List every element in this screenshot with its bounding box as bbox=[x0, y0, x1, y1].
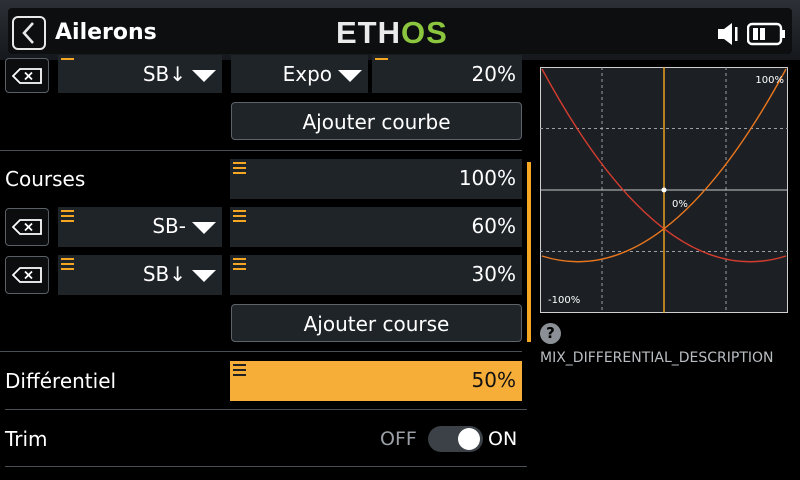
battery-icon[interactable] bbox=[747, 22, 787, 46]
trim-toggle[interactable] bbox=[428, 426, 483, 452]
drag-handle-icon[interactable] bbox=[233, 162, 246, 174]
drag-handle-icon[interactable] bbox=[233, 210, 246, 222]
course-switch-dropdown[interactable]: SB↓ bbox=[58, 255, 222, 295]
graph-label-min: -100% bbox=[548, 295, 580, 306]
divider bbox=[5, 466, 527, 467]
differential-value-field[interactable]: 50% bbox=[230, 361, 522, 401]
scrollbar[interactable] bbox=[527, 162, 531, 342]
course-value-field[interactable]: 30% bbox=[230, 255, 522, 295]
curve-type-dropdown[interactable]: Expo bbox=[231, 55, 368, 93]
chevron-down-icon bbox=[192, 222, 216, 234]
drag-handle-icon[interactable] bbox=[61, 210, 74, 222]
divider bbox=[5, 409, 527, 410]
course-switch-dropdown[interactable]: SB- bbox=[58, 207, 222, 247]
graph-label-max: 100% bbox=[755, 75, 784, 86]
courses-value-field[interactable]: 100% bbox=[230, 159, 522, 199]
differential-graph: 100% 0% -100% bbox=[540, 67, 788, 313]
page-title: Ailerons bbox=[55, 20, 157, 45]
trim-label: Trim bbox=[5, 427, 48, 451]
add-course-button[interactable]: Ajouter course bbox=[231, 304, 522, 342]
curve-switch-dropdown[interactable]: SB↓ bbox=[58, 55, 222, 93]
delete-course-button[interactable] bbox=[5, 208, 49, 246]
chevron-down-icon bbox=[338, 70, 362, 82]
curve-value-field[interactable]: 20% bbox=[372, 55, 522, 93]
trim-off-label: OFF bbox=[380, 428, 417, 450]
delete-icon bbox=[12, 267, 42, 283]
differential-label: Différentiel bbox=[5, 369, 117, 393]
add-curve-button[interactable]: Ajouter courbe bbox=[231, 102, 522, 140]
help-description: MIX_DIFFERENTIAL_DESCRIPTION bbox=[540, 350, 774, 366]
drag-handle-icon[interactable] bbox=[233, 364, 246, 376]
drag-handle-icon[interactable] bbox=[233, 258, 246, 270]
trim-on-label: ON bbox=[488, 428, 518, 450]
course-value-field[interactable]: 60% bbox=[230, 207, 522, 247]
graph-label-center: 0% bbox=[672, 199, 688, 210]
chevron-down-icon bbox=[192, 270, 216, 282]
ethos-logo: ETHOS bbox=[336, 15, 448, 50]
divider bbox=[0, 351, 522, 352]
drag-handle-icon[interactable] bbox=[61, 58, 74, 70]
delete-icon bbox=[12, 67, 42, 84]
speaker-icon[interactable] bbox=[716, 21, 742, 47]
chevron-left-icon bbox=[22, 22, 34, 44]
drag-handle-icon[interactable] bbox=[61, 258, 74, 270]
graph-center-point bbox=[661, 187, 667, 193]
toggle-knob bbox=[458, 428, 480, 450]
top-bar: Ailerons ETHOS bbox=[0, 0, 800, 60]
help-icon[interactable]: ? bbox=[540, 323, 561, 344]
divider bbox=[0, 150, 522, 151]
delete-curve-button[interactable] bbox=[5, 58, 49, 93]
delete-course-button[interactable] bbox=[5, 256, 49, 294]
back-button[interactable] bbox=[12, 16, 46, 50]
chevron-down-icon bbox=[192, 70, 216, 82]
drag-handle-icon[interactable] bbox=[375, 58, 388, 70]
courses-label: Courses bbox=[5, 167, 86, 191]
delete-icon bbox=[12, 219, 42, 235]
